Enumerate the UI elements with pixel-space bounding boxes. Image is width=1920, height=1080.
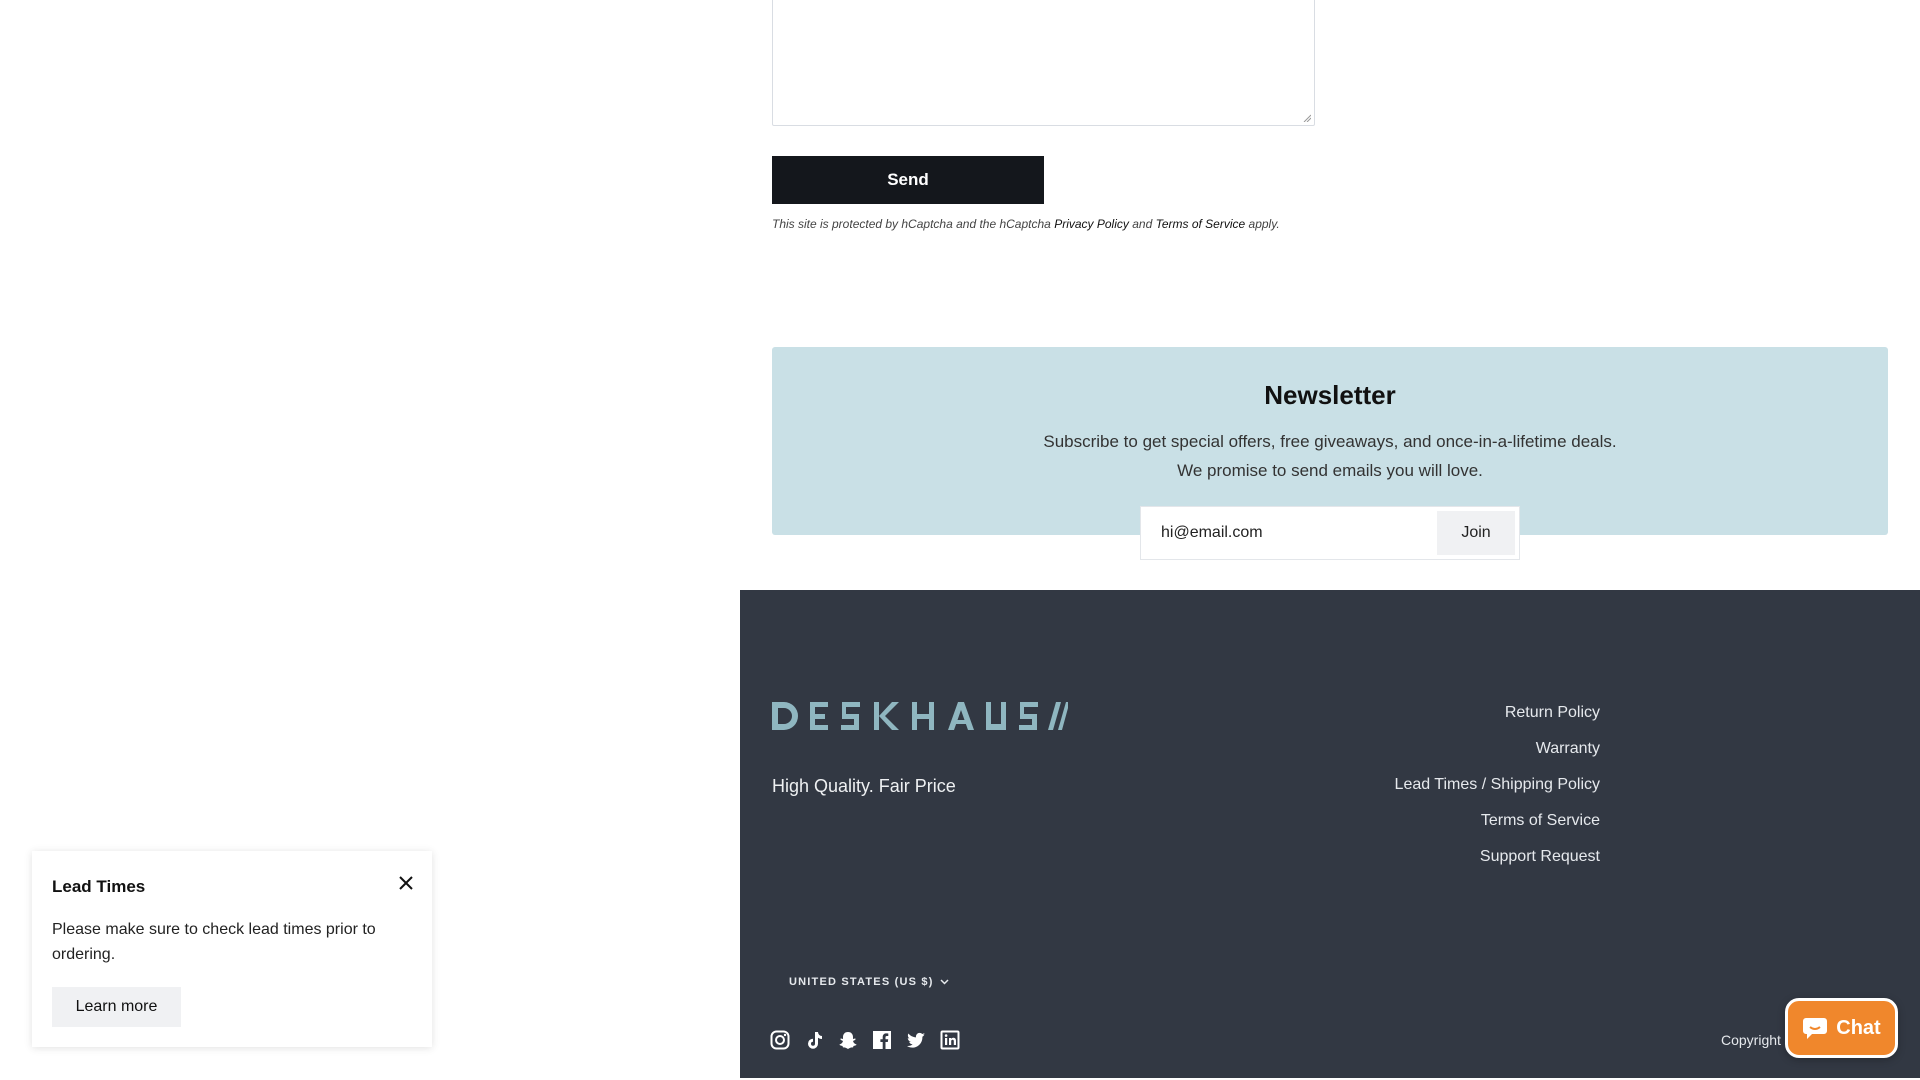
footer-link-warranty[interactable]: Warranty bbox=[1536, 740, 1600, 757]
chat-button[interactable]: Chat bbox=[1785, 998, 1898, 1058]
newsletter-email-input[interactable] bbox=[1141, 507, 1437, 559]
footer-links: Return Policy Warranty Lead Times / Ship… bbox=[1395, 704, 1600, 884]
newsletter-description: Subscribe to get special offers, free gi… bbox=[1043, 432, 1617, 480]
popup-title: Lead Times bbox=[52, 877, 146, 896]
join-button[interactable]: Join bbox=[1437, 511, 1515, 555]
captcha-suffix: apply. bbox=[1248, 217, 1280, 231]
instagram-icon[interactable] bbox=[770, 1030, 790, 1050]
newsletter-form: Join bbox=[1140, 506, 1520, 560]
facebook-icon[interactable] bbox=[872, 1030, 892, 1050]
newsletter-title: Newsletter bbox=[1264, 380, 1396, 410]
hcaptcha-notice: This site is protected by hCaptcha and t… bbox=[772, 217, 1280, 231]
twitter-icon[interactable] bbox=[906, 1030, 926, 1050]
linkedin-icon[interactable] bbox=[940, 1030, 960, 1050]
chevron-down-icon bbox=[940, 979, 949, 985]
captcha-and: and bbox=[1132, 217, 1153, 231]
popup-body: Please make sure to check lead times pri… bbox=[52, 921, 376, 963]
footer-link-return-policy[interactable]: Return Policy bbox=[1505, 704, 1600, 721]
lead-times-popup: Lead Times Please make sure to check lea… bbox=[32, 851, 432, 1047]
footer-link-lead-times[interactable]: Lead Times / Shipping Policy bbox=[1395, 776, 1600, 793]
chat-label: Chat bbox=[1836, 1016, 1881, 1039]
terms-of-service-link[interactable]: Terms of Service bbox=[1156, 217, 1246, 231]
message-textarea[interactable] bbox=[772, 0, 1315, 126]
learn-more-button[interactable]: Learn more bbox=[52, 987, 181, 1027]
region-label: UNITED STATES (US $) bbox=[789, 976, 934, 988]
snapchat-icon[interactable] bbox=[838, 1030, 858, 1050]
tiktok-icon[interactable] bbox=[804, 1030, 824, 1050]
social-links bbox=[770, 1030, 960, 1050]
captcha-prefix: This site is protected by hCaptcha and t… bbox=[772, 217, 1051, 231]
footer-tagline: High Quality. Fair Price bbox=[772, 776, 956, 796]
deskhaus-logo-mark bbox=[772, 702, 1068, 730]
chat-bubble-icon bbox=[1803, 1018, 1828, 1039]
privacy-policy-link[interactable]: Privacy Policy bbox=[1054, 217, 1129, 231]
site-footer: High Quality. Fair Price Return Policy W… bbox=[740, 590, 1920, 1078]
resize-grip-icon[interactable] bbox=[1303, 114, 1311, 122]
footer-link-support[interactable]: Support Request bbox=[1480, 848, 1600, 865]
deskhaus-logo[interactable] bbox=[772, 700, 1068, 739]
send-button[interactable]: Send bbox=[772, 156, 1044, 204]
footer-link-terms[interactable]: Terms of Service bbox=[1481, 812, 1600, 829]
close-icon[interactable] bbox=[397, 874, 415, 892]
region-selector[interactable]: UNITED STATES (US $) bbox=[789, 976, 949, 988]
copyright-text: Copyright © bbox=[1721, 1032, 1796, 1048]
